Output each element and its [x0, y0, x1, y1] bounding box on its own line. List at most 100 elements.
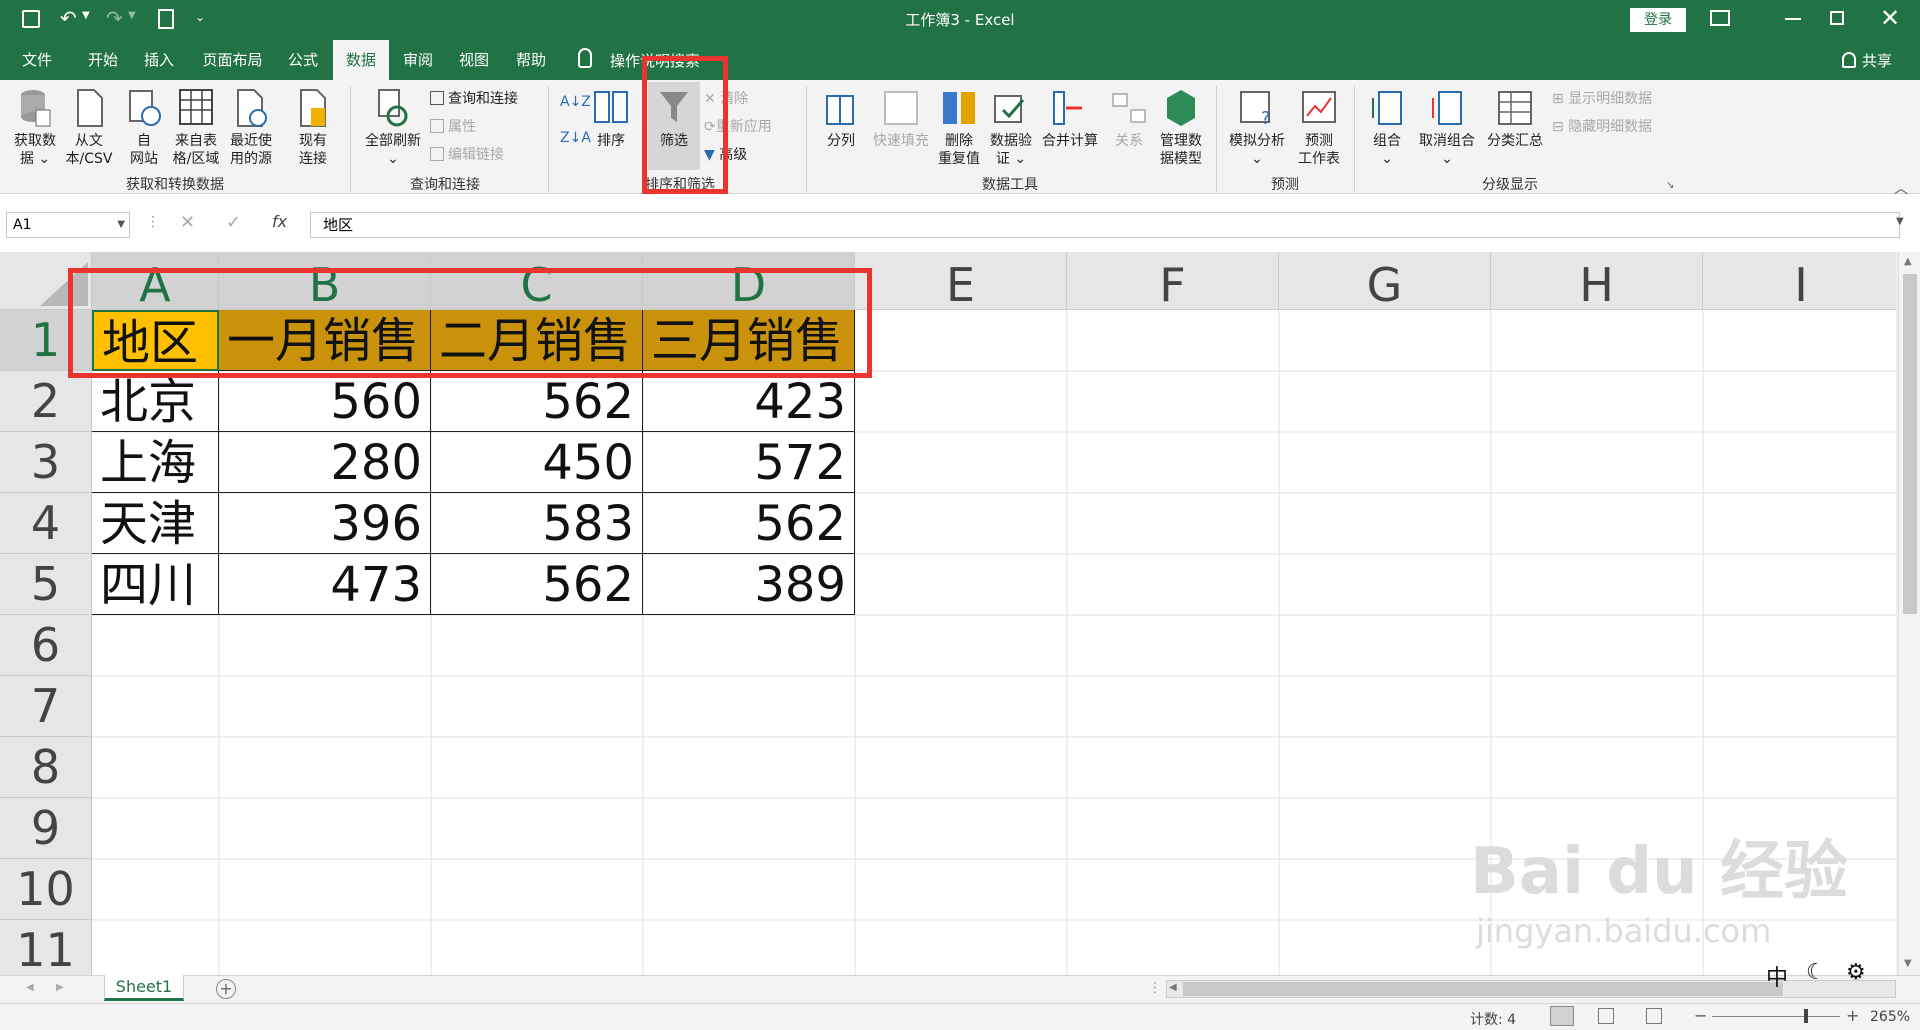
page-break-view-icon[interactable]	[1646, 1008, 1662, 1024]
cell-a4[interactable]: 天津	[92, 493, 219, 554]
page-layout-view-icon[interactable]	[1598, 1008, 1614, 1024]
cell-c1[interactable]: 二月销售	[431, 310, 643, 371]
cell-a3[interactable]: 上海	[92, 432, 219, 493]
column-header-i[interactable]: I	[1703, 252, 1900, 312]
hide-detail-button[interactable]: ⊟ 隐藏明细数据	[1552, 118, 1672, 136]
cell-c4[interactable]: 583	[431, 493, 643, 554]
from-table-range-button[interactable]: 来自表 格/区域	[170, 88, 222, 168]
row-header-8[interactable]: 8	[0, 737, 92, 798]
redo-icon[interactable]: ↷	[106, 6, 123, 30]
redo-dropdown-icon[interactable]: ▼	[128, 10, 136, 21]
what-if-analysis-button[interactable]: ? 模拟分析 ⌄	[1224, 88, 1290, 168]
chinese-input-icon[interactable]: 中	[1766, 960, 1788, 992]
advanced-filter-button[interactable]: ▼ 高级	[704, 146, 784, 164]
properties-button[interactable]: 属性	[430, 118, 540, 136]
column-header-d[interactable]: D	[643, 252, 855, 312]
worksheet-grid[interactable]: A B C D E F G H I 1 2 3 4 5 6 7 8 9 10 1…	[0, 252, 1900, 975]
sheet-tab-sheet1[interactable]: Sheet1	[104, 975, 184, 1001]
cell-d4[interactable]: 562	[643, 493, 855, 554]
column-header-e[interactable]: E	[855, 252, 1067, 312]
sheet-nav-prev-icon[interactable]: ◀	[26, 982, 34, 993]
name-box[interactable]: A1 ▼	[6, 212, 130, 238]
share-button[interactable]: 共享	[1862, 50, 1892, 71]
cell-b5[interactable]: 473	[219, 554, 431, 615]
vertical-scrollbar-track[interactable]: ▲ ▼	[1898, 252, 1920, 975]
sort-az-icon[interactable]: A↓Z	[560, 94, 591, 110]
expand-formula-bar-icon[interactable]: ▼	[1896, 216, 1904, 227]
scroll-left-icon[interactable]: ◀	[1169, 982, 1177, 993]
recent-sources-button[interactable]: 最近使 用的源	[224, 88, 278, 168]
vertical-scroll-thumb[interactable]	[1903, 274, 1917, 614]
flash-fill-button[interactable]: 快速填充	[868, 88, 934, 150]
formula-input[interactable]: 地区	[310, 212, 1900, 238]
text-to-columns-button[interactable]: 分列	[816, 88, 866, 150]
refresh-all-button[interactable]: 全部刷新 ⌄	[358, 88, 428, 168]
row-header-7[interactable]: 7	[0, 676, 92, 737]
cell-d3[interactable]: 572	[643, 432, 855, 493]
insert-function-icon[interactable]: fx	[272, 212, 287, 231]
zoom-slider[interactable]	[1712, 1009, 1840, 1023]
print-preview-icon[interactable]	[158, 9, 174, 29]
outline-dialog-launcher-icon[interactable]: ↘	[1666, 180, 1674, 191]
zoom-slider-handle[interactable]	[1804, 1009, 1808, 1023]
close-icon[interactable]: ✕	[1880, 4, 1900, 32]
subtotal-button[interactable]: 分类汇总	[1482, 88, 1548, 150]
cell-a1[interactable]: 地区	[92, 310, 219, 371]
ribbon-display-options-icon[interactable]	[1710, 10, 1730, 26]
column-header-f[interactable]: F	[1067, 252, 1279, 312]
filter-button[interactable]: 筛选	[648, 82, 700, 170]
tab-data[interactable]: 数据	[333, 40, 389, 80]
tab-file[interactable]: 文件	[12, 40, 62, 80]
sheet-nav-next-icon[interactable]: ▶	[56, 982, 64, 993]
row-header-5[interactable]: 5	[0, 554, 92, 615]
zoom-in-icon[interactable]: +	[1846, 1006, 1859, 1025]
row-header-10[interactable]: 10	[0, 859, 92, 920]
manage-data-model-button[interactable]: 管理数 据模型	[1154, 88, 1208, 168]
remove-duplicates-button[interactable]: 删除 重复值	[934, 88, 984, 168]
add-sheet-icon[interactable]: +	[216, 979, 236, 999]
zoom-level[interactable]: 265%	[1870, 1009, 1910, 1025]
horizontal-scroll-thumb[interactable]	[1183, 982, 1783, 996]
moon-icon[interactable]: ☾	[1806, 960, 1826, 985]
sort-button[interactable]: 排序	[588, 88, 634, 150]
cell-b2[interactable]: 560	[219, 371, 431, 432]
sort-za-icon[interactable]: Z↓A	[560, 130, 591, 146]
clear-filter-button[interactable]: ✕ 清除	[704, 90, 784, 108]
consolidate-button[interactable]: 合并计算	[1038, 88, 1102, 150]
cancel-entry-icon[interactable]: ✕	[180, 212, 195, 233]
undo-dropdown-icon[interactable]: ▼	[82, 10, 90, 21]
relationships-button[interactable]: 关系	[1104, 88, 1154, 150]
edit-links-button[interactable]: 编辑链接	[430, 146, 540, 164]
cell-d5[interactable]: 389	[643, 554, 855, 615]
login-button[interactable]: 登录	[1630, 8, 1686, 32]
queries-connections-button[interactable]: 查询和连接	[430, 90, 540, 108]
tell-me-search[interactable]: 操作说明搜索	[610, 50, 700, 71]
undo-icon[interactable]: ↶	[60, 6, 77, 30]
row-header-3[interactable]: 3	[0, 432, 92, 493]
cell-d1[interactable]: 三月销售	[643, 310, 855, 371]
group-button[interactable]: 组合 ⌄	[1362, 88, 1412, 168]
ungroup-button[interactable]: 取消组合 ⌄	[1414, 88, 1480, 168]
cell-a5[interactable]: 四川	[92, 554, 219, 615]
from-text-csv-button[interactable]: 从文 本/CSV	[64, 88, 114, 168]
tab-formulas[interactable]: 公式	[278, 40, 328, 80]
tab-view[interactable]: 视图	[449, 40, 499, 80]
confirm-entry-icon[interactable]: ✓	[226, 212, 241, 233]
data-validation-button[interactable]: 数据验 证 ⌄	[986, 88, 1036, 168]
tab-home[interactable]: 开始	[78, 40, 128, 80]
save-icon[interactable]	[22, 10, 40, 28]
cell-c3[interactable]: 450	[431, 432, 643, 493]
scroll-down-icon[interactable]: ▼	[1904, 958, 1912, 969]
cell-a2[interactable]: 北京	[92, 371, 219, 432]
minimize-icon[interactable]	[1785, 18, 1801, 20]
row-header-1[interactable]: 1	[0, 310, 92, 371]
forecast-sheet-button[interactable]: 预测 工作表	[1292, 88, 1346, 168]
show-detail-button[interactable]: ⊞ 显示明细数据	[1552, 90, 1672, 108]
column-header-b[interactable]: B	[219, 252, 431, 312]
tab-page-layout[interactable]: 页面布局	[195, 40, 270, 80]
column-header-g[interactable]: G	[1279, 252, 1491, 312]
collapse-ribbon-icon[interactable]: ︿	[1894, 178, 1908, 198]
row-header-4[interactable]: 4	[0, 493, 92, 554]
restore-icon[interactable]	[1830, 11, 1844, 25]
share-user-icon[interactable]	[1842, 52, 1856, 68]
